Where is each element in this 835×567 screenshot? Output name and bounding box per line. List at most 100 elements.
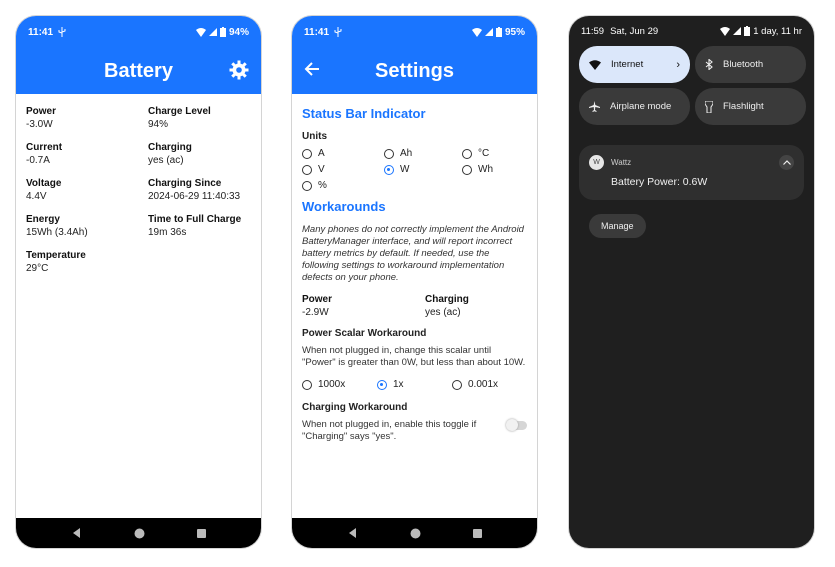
scalar-option-1000x[interactable]: 1000x xyxy=(302,379,377,390)
power-value: -2.9W xyxy=(302,307,329,318)
usb-icon xyxy=(58,27,66,37)
quick-settings-tiles: Internet › Bluetooth Airplane mode Flash… xyxy=(569,46,814,125)
signal-icon xyxy=(484,28,493,36)
radio-button[interactable] xyxy=(462,164,472,175)
option-label: 1x xyxy=(393,379,404,390)
stat-value: 29°C xyxy=(26,263,49,274)
scalar-radio-group: 1000x 1x 0.001x xyxy=(302,379,527,390)
battery-remaining: 1 day, 11 hr xyxy=(753,25,802,37)
stat-temperature: Temperature 29°C xyxy=(26,250,148,274)
unit-option-w[interactable]: W xyxy=(384,164,462,175)
flashlight-icon xyxy=(705,100,713,113)
tile-flashlight[interactable]: Flashlight xyxy=(695,88,806,125)
scalar-option-0001x[interactable]: 0.001x xyxy=(452,379,527,390)
charging-workaround-label: Charging Workaround xyxy=(302,402,408,413)
notification-text: Battery Power: 0.6W xyxy=(611,176,708,188)
notification-card[interactable]: W Wattz Battery Power: 0.6W xyxy=(579,145,804,200)
stat-label: Power xyxy=(26,106,57,117)
recents-icon[interactable] xyxy=(196,528,206,538)
app-bar: Settings xyxy=(292,48,537,94)
unit-option-wh[interactable]: Wh xyxy=(462,164,532,175)
charging-label: Charging xyxy=(425,294,469,305)
stat-value: 2024-06-29 11:40:33 xyxy=(148,191,241,202)
unit-option-ah[interactable]: Ah xyxy=(384,148,462,159)
page-title: Settings xyxy=(375,59,454,82)
app-icon: W xyxy=(589,155,604,170)
unit-option-celsius[interactable]: °C xyxy=(462,148,532,159)
battery-percent: 95% xyxy=(504,26,525,38)
radio-button[interactable] xyxy=(302,379,312,390)
stat-value: 19m 36s xyxy=(148,227,187,238)
units-label: Units xyxy=(302,131,327,142)
clock: 11:41 xyxy=(28,26,54,38)
charging-workaround-toggle[interactable] xyxy=(506,419,527,431)
status-bar: 11:41 95% xyxy=(292,16,537,48)
nav-bar xyxy=(292,518,537,548)
radio-button-selected[interactable] xyxy=(377,379,387,390)
chevron-right-icon[interactable]: › xyxy=(676,59,680,71)
signal-icon xyxy=(733,27,742,35)
scalar-option-1x[interactable]: 1x xyxy=(377,379,452,390)
current-readings: Power -2.9W Charging yes (ac) xyxy=(302,294,527,318)
page-title: Battery xyxy=(104,59,173,82)
back-triangle-icon[interactable] xyxy=(348,528,358,538)
option-label: 1000x xyxy=(318,379,346,390)
recents-icon[interactable] xyxy=(472,528,482,538)
charging-workaround-description: When not plugged in, enable this toggle … xyxy=(302,419,477,442)
unit-option-a[interactable]: A xyxy=(302,148,384,159)
tile-label: Internet xyxy=(611,59,644,70)
bluetooth-icon xyxy=(705,59,713,70)
power-scalar-label: Power Scalar Workaround xyxy=(302,328,427,339)
stat-energy: Energy 15Wh (3.4Ah) xyxy=(26,214,148,238)
back-arrow-icon[interactable] xyxy=(304,61,320,77)
option-label: Wh xyxy=(478,164,493,175)
chevron-up-icon[interactable] xyxy=(779,155,794,170)
date: Sat, Jun 29 xyxy=(610,25,659,37)
radio-button-selected[interactable] xyxy=(384,164,394,175)
stat-label: Charging xyxy=(148,142,192,153)
option-label: V xyxy=(318,164,325,175)
app-bar: Battery xyxy=(16,48,261,94)
unit-option-v[interactable]: V xyxy=(302,164,384,175)
workarounds-description: Many phones do not correctly implement t… xyxy=(302,224,524,283)
nav-bar xyxy=(16,518,261,548)
tile-label: Bluetooth xyxy=(723,59,764,70)
tile-bluetooth[interactable]: Bluetooth xyxy=(695,46,806,83)
battery-screen: 11:41 94% Battery Power -3.0W Charge Lev… xyxy=(16,16,261,548)
stat-value: yes (ac) xyxy=(148,155,184,166)
unit-option-percent[interactable]: % xyxy=(302,180,384,191)
manage-button[interactable]: Manage xyxy=(589,214,646,238)
stat-label: Charge Level xyxy=(148,106,211,117)
radio-button[interactable] xyxy=(302,164,312,175)
home-icon[interactable] xyxy=(134,528,145,539)
tile-internet[interactable]: Internet › xyxy=(579,46,690,83)
option-label: Ah xyxy=(400,148,413,159)
status-bar: 11:59 Sat, Jun 29 1 day, 11 hr xyxy=(569,16,814,46)
stat-label: Temperature xyxy=(26,250,86,261)
units-radio-group: A Ah °C V W Wh % xyxy=(302,148,527,191)
stat-value: -3.0W xyxy=(26,119,53,130)
radio-button[interactable] xyxy=(302,180,312,191)
stat-label: Charging Since xyxy=(148,178,222,189)
stat-current: Current -0.7A xyxy=(26,142,148,166)
usb-icon xyxy=(334,27,342,37)
stat-label: Voltage xyxy=(26,178,62,189)
gear-icon[interactable] xyxy=(229,60,249,80)
stat-power: Power -3.0W xyxy=(26,106,148,130)
back-triangle-icon[interactable] xyxy=(72,528,82,538)
home-icon[interactable] xyxy=(410,528,421,539)
tile-label: Flashlight xyxy=(723,101,764,112)
battery-icon xyxy=(744,26,751,36)
status-bar-indicator-heading: Status Bar Indicator xyxy=(302,106,426,121)
radio-button[interactable] xyxy=(384,148,394,159)
status-bar: 11:41 94% xyxy=(16,16,261,48)
radio-button[interactable] xyxy=(462,148,472,159)
radio-button[interactable] xyxy=(302,148,312,159)
tile-airplane-mode[interactable]: Airplane mode xyxy=(579,88,690,125)
option-label: °C xyxy=(478,148,490,159)
clock: 11:59 xyxy=(581,25,605,37)
quick-settings-screen: 11:59 Sat, Jun 29 1 day, 11 hr Internet … xyxy=(569,16,814,548)
clock: 11:41 xyxy=(304,26,330,38)
radio-button[interactable] xyxy=(452,379,462,390)
charging-workaround-row: When not plugged in, enable this toggle … xyxy=(302,419,527,453)
